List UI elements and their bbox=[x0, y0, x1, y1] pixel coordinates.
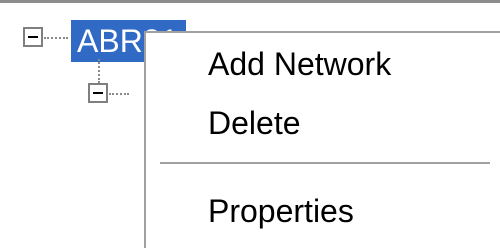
menu-item-delete[interactable]: Delete bbox=[146, 100, 500, 146]
menu-item-add-network[interactable]: Add Network bbox=[146, 41, 500, 87]
collapse-child-icon[interactable] bbox=[88, 83, 108, 103]
menu-separator bbox=[160, 162, 490, 165]
context-menu: Add Network Delete Properties bbox=[144, 31, 500, 248]
tree-connector-line bbox=[98, 59, 100, 83]
tree-connector-line bbox=[44, 37, 68, 39]
tree-connector-line bbox=[109, 93, 129, 95]
menu-item-properties[interactable]: Properties bbox=[146, 188, 500, 234]
collapse-root-icon[interactable] bbox=[23, 27, 43, 47]
